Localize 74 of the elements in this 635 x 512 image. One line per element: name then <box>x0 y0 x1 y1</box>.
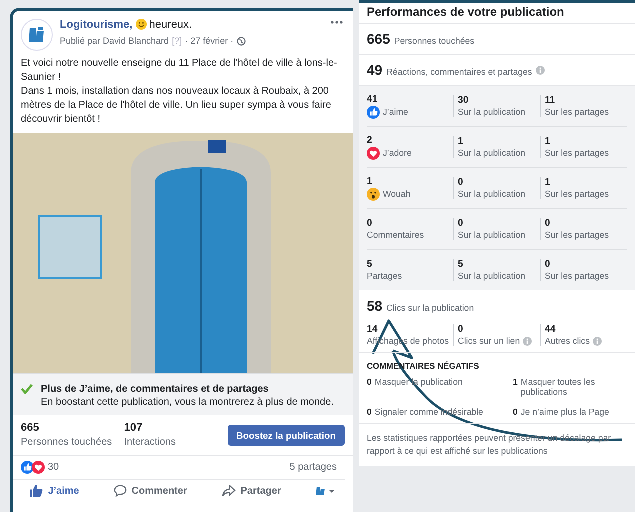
comment-action-button[interactable]: Commenter <box>114 485 188 497</box>
negative-feedback-count: 0 <box>367 377 372 387</box>
reaction-value: 1 <box>367 176 374 186</box>
boost-button[interactable]: Boostez la publication <box>228 424 345 446</box>
boost-tip-text: En boostant cette publication, vous la montrerez à plus de monde. <box>41 397 334 408</box>
panel-title: Performances de votre publication <box>359 3 635 24</box>
breakdown-value: 0 <box>458 218 464 229</box>
author-text: Publié par David Blanchard <box>60 36 170 46</box>
metric-value: 58 <box>367 298 383 314</box>
breakdown-label: Sur la publication <box>458 148 526 158</box>
negative-feedback-label: Je n’aime plus la Page <box>520 407 610 417</box>
breakdown-label: Sur la publication <box>458 107 526 117</box>
metric-label: Clics sur la publication <box>386 303 474 313</box>
stat-label: Personnes touchées <box>21 437 114 448</box>
surprised-face-icon <box>367 188 380 200</box>
reaction-label: Commentaires <box>367 230 424 240</box>
check-mark-icon <box>21 384 33 394</box>
boost-tip-title: Plus de J’aime, de commentaires et de partages <box>41 384 270 395</box>
reaction-value: 0 <box>367 218 374 229</box>
post-date[interactable]: · 27 février · <box>185 36 234 46</box>
metric-label: Réactions, commentaires et partages <box>386 67 532 77</box>
shares-count[interactable]: 5 partages <box>290 462 337 473</box>
smiley-icon <box>136 19 147 33</box>
like-action-button[interactable]: J’aime <box>30 485 80 497</box>
post-text: Et voici notre nouvelle enseigne du 11 Place de l'hôtel de ville à lons-le-Saunier ! Dans 1 mois, installation dans nos nouveaux locaux à Roubaix, à 200 mètres de la Place de l'hôtel de ville. Un lieu super sympa à vous faire découvrir bientôt ! <box>20 57 338 127</box>
breakdown-value: 30 <box>458 95 470 106</box>
breakdown-value: 0 <box>458 177 464 188</box>
breakdown-value: 11 <box>545 95 556 106</box>
breakdown-value: 5 <box>458 259 464 270</box>
metric-value: 665 <box>367 31 390 47</box>
click-label: Autres clics <box>545 336 590 346</box>
breakdown-label: Sur les partages <box>545 148 610 158</box>
globe-icon <box>236 36 246 46</box>
negative-feedback-count: 0 <box>513 407 518 417</box>
page-name-link[interactable]: Logitourisme, <box>60 19 133 31</box>
breakdown-label: Sur la publication <box>458 189 526 199</box>
more-options-icon[interactable] <box>331 21 343 24</box>
click-label: Clics sur un lien <box>458 336 520 346</box>
breakdown-value: 1 <box>545 177 552 188</box>
reaction-label: Partages <box>367 271 402 281</box>
reaction-count[interactable]: 30 <box>48 462 60 473</box>
breakdown-label: Sur la publication <box>458 230 526 240</box>
reaction-value: 2 <box>367 134 374 146</box>
negative-feedback-count: 1 <box>513 377 518 387</box>
feeling-text: heureux. <box>149 19 192 31</box>
stat-value: 107 <box>124 422 144 434</box>
breakdown-value: 1 <box>545 136 552 147</box>
breakdown-label: Sur la publication <box>458 271 526 281</box>
breakdown-label: Sur les partages <box>545 107 610 117</box>
click-value: 14 <box>367 324 379 335</box>
page-logo[interactable] <box>21 19 53 51</box>
page-selector-icon[interactable] <box>316 485 336 497</box>
click-value: 44 <box>545 324 557 335</box>
share-arrow-icon <box>222 485 236 497</box>
metric-value: 49 <box>367 62 383 78</box>
reaction-label: J’adore <box>383 148 412 158</box>
breakdown-label: Sur les partages <box>545 189 610 199</box>
reaction-value: 5 <box>367 259 374 270</box>
reaction-label: J’aime <box>383 107 408 117</box>
stat-value: 665 <box>21 422 40 434</box>
breakdown-label: Sur les partages <box>545 230 610 240</box>
click-value: 0 <box>458 324 464 335</box>
breakdown-value: 0 <box>545 218 552 229</box>
negative-feedback-count: 0 <box>367 407 372 417</box>
metric-label: Personnes touchées <box>394 36 475 46</box>
negative-feedback-label: Masquer toutes les publications <box>520 377 596 397</box>
speech-bubble-icon <box>114 485 127 497</box>
breakdown-label: Sur les partages <box>545 271 610 281</box>
reaction-label: Wouah <box>383 189 411 199</box>
breakdown-value: 0 <box>545 259 552 270</box>
reaction-value: 41 <box>367 94 379 104</box>
share-action-button[interactable]: Partager <box>222 485 282 497</box>
stat-label: Interactions <box>124 437 177 448</box>
breakdown-value: 1 <box>458 136 464 147</box>
